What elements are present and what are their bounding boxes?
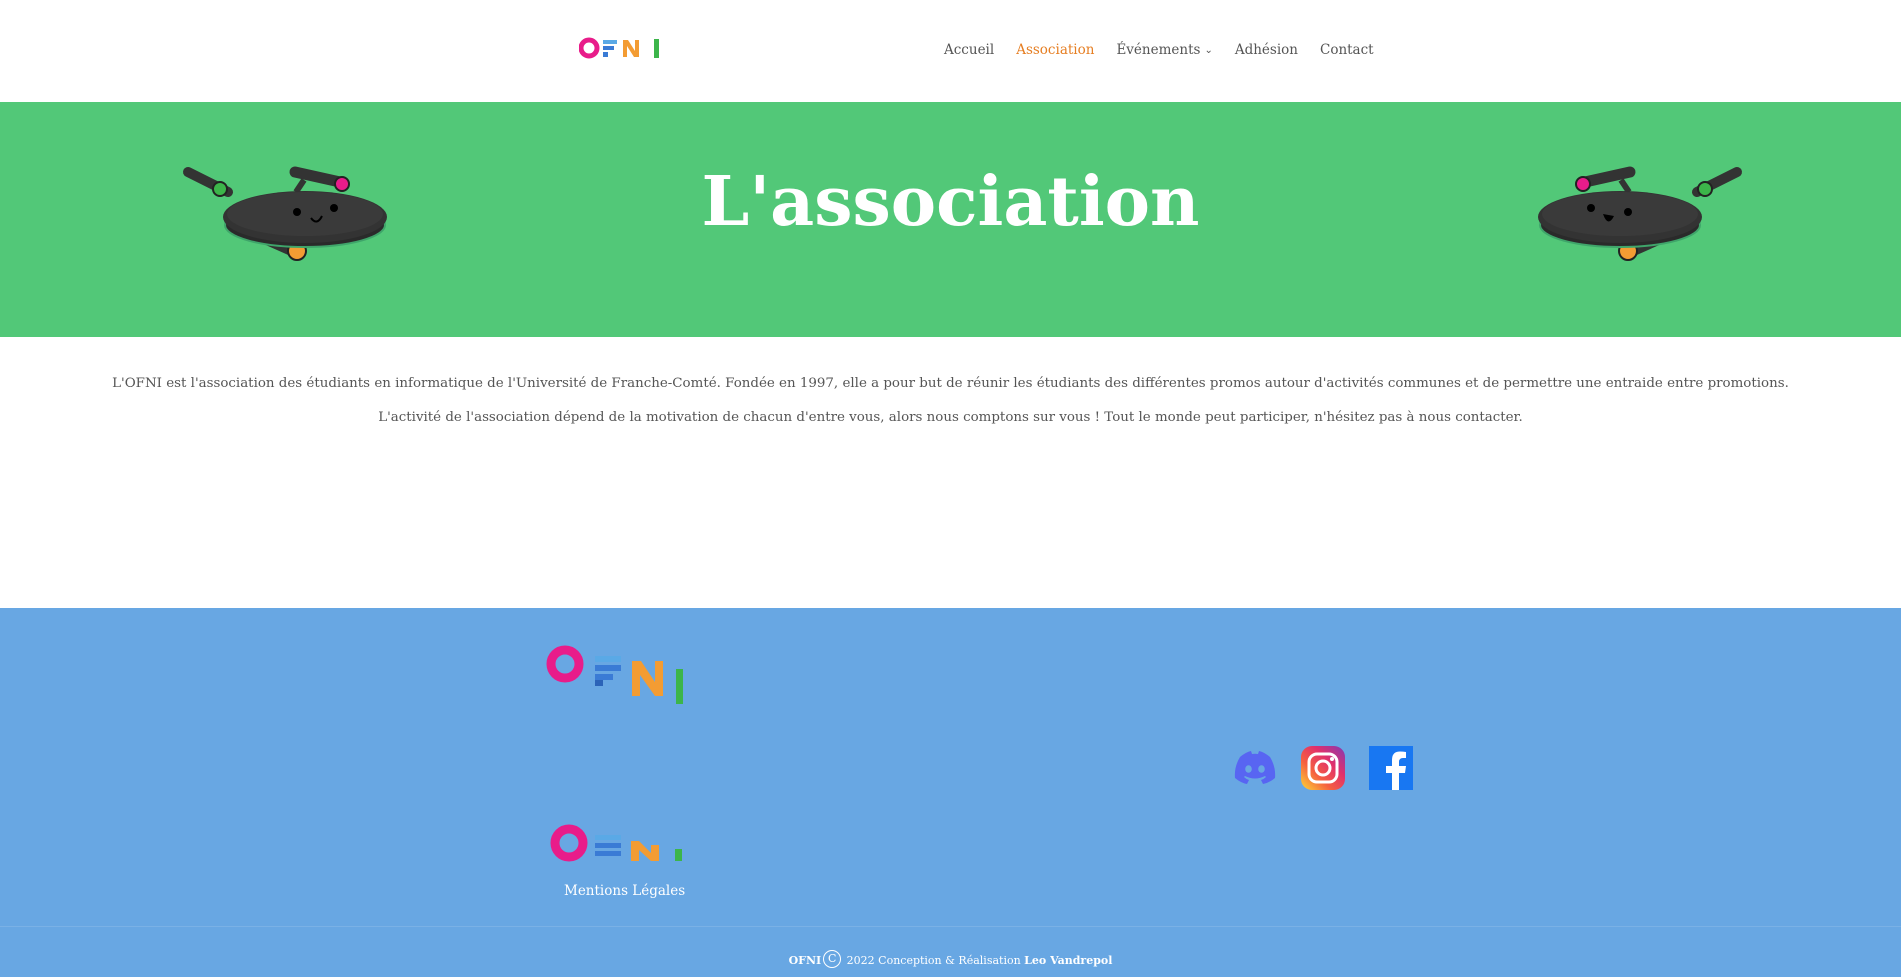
site-header: Accueil Association Événements ⌄ Adhésion… (0, 0, 1901, 102)
nav-item-label: Événements (1116, 42, 1201, 58)
copyright-brand: OFNI (788, 954, 822, 967)
nav-item-label: Association (1016, 42, 1095, 58)
ofni-logo-icon (546, 645, 683, 704)
copyright-text: 2022 Conception & Réalisation (846, 954, 1021, 967)
social-links (1232, 745, 1414, 791)
nav-item-label: Accueil (944, 42, 995, 58)
nav-item-contact[interactable]: Contact (1320, 42, 1374, 58)
nav-item-label: Contact (1319, 42, 1374, 58)
copyright-author: Leo Vandrepol (1024, 954, 1113, 967)
instagram-icon (1301, 746, 1345, 790)
site-footer: Mentions Légales OFNI C 2022 Conception … (0, 608, 1901, 977)
main-nav: Accueil Association Événements ⌄ Adhésion… (944, 42, 1396, 58)
ofni-logo-icon (579, 37, 659, 59)
legal-notice-link[interactable]: Mentions Légales (564, 883, 685, 899)
instagram-link[interactable] (1300, 745, 1346, 791)
nav-item-accueil[interactable]: Accueil (944, 42, 994, 58)
facebook-link[interactable] (1368, 745, 1414, 791)
facebook-icon (1369, 746, 1413, 790)
nav-item-association[interactable]: Association (1016, 42, 1094, 58)
copyright-icon: C (823, 950, 842, 968)
copyright-line: OFNI C 2022 Conception & Réalisation Leo … (0, 950, 1901, 968)
hero-banner: L'association (0, 102, 1901, 337)
discord-icon (1234, 751, 1276, 784)
discord-link[interactable] (1232, 745, 1278, 791)
nav-item-label: Adhésion (1234, 42, 1298, 58)
chevron-down-icon: ⌄ (1204, 44, 1213, 56)
main-content: L'OFNI est l'association des étudiants e… (0, 337, 1901, 608)
ofni-logo-icon (550, 824, 682, 862)
intro-paragraph: L'OFNI est l'association des étudiants e… (112, 376, 1789, 391)
participation-paragraph: L'activité de l'association dépend de la… (378, 410, 1523, 425)
nav-item-evenements[interactable]: Événements ⌄ (1116, 42, 1212, 58)
nav-item-adhesion[interactable]: Adhésion (1235, 42, 1298, 58)
wok-mascot-icon (1538, 166, 1742, 261)
footer-divider (0, 926, 1901, 927)
